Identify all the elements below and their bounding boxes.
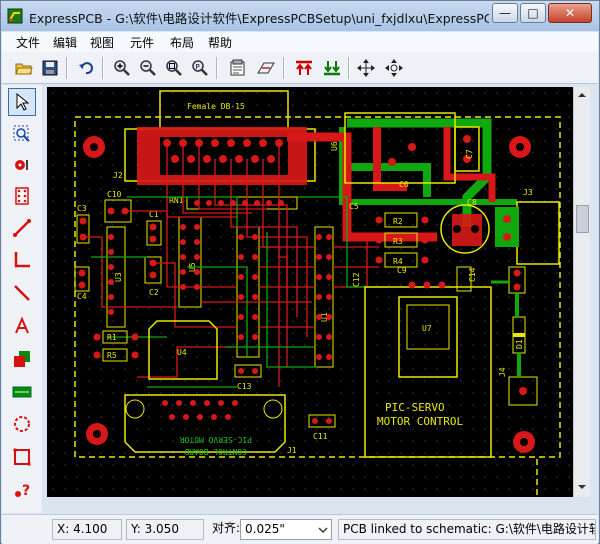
toolbar-separator <box>283 57 285 79</box>
label-c12: C12 <box>352 272 361 287</box>
status-bar: X: 4.100 Y: 3.050 对齐: 0.025" PCB linked … <box>2 514 598 544</box>
bottom-layer-icon[interactable] <box>320 56 344 80</box>
chevron-down-icon <box>318 527 328 533</box>
pad-tool-icon[interactable] <box>8 151 36 179</box>
pcb-link-icon[interactable] <box>254 56 278 80</box>
label-c5: C5 <box>349 202 359 211</box>
label-c10: C10 <box>107 190 122 199</box>
status-link-text: PCB linked to schematic: G:\软件\电路设计软件 <box>338 519 596 540</box>
label-u6: U6 <box>330 141 339 151</box>
status-align-label: 对齐: <box>212 521 240 535</box>
app-icon <box>7 8 23 24</box>
scroll-down-icon[interactable] <box>576 481 588 493</box>
toolbar-separator <box>102 57 104 79</box>
title-bar: ExpressPCB - G:\软件\电路设计软件\ExpressPCBSetu… <box>1 1 599 31</box>
help-tool-icon[interactable]: ? <box>8 476 36 504</box>
status-x-coordinate: X: 4.100 <box>52 519 122 540</box>
label-j2: J2 <box>113 171 123 180</box>
svg-text:P: P <box>196 63 200 71</box>
label-u3: U3 <box>114 272 123 282</box>
zoom-in-icon[interactable] <box>110 56 134 80</box>
align-dropdown[interactable]: 0.025" <box>240 519 332 540</box>
label-motor-control-top: MOTOR CONTROL <box>377 415 463 428</box>
label-r2: R2 <box>393 217 403 226</box>
minimize-button[interactable]: — <box>492 3 518 23</box>
svg-text:?: ? <box>22 483 30 499</box>
label-c6: C6 <box>399 180 409 189</box>
zoom-fit-icon[interactable] <box>162 56 186 80</box>
label-c2: C2 <box>149 288 159 297</box>
label-u7: U7 <box>422 324 432 333</box>
label-c4: C4 <box>77 292 87 301</box>
diagonal-trace-tool-icon[interactable] <box>8 279 36 307</box>
label-c7: C7 <box>465 149 474 159</box>
toolbar-separator <box>216 57 218 79</box>
open-folder-icon[interactable] <box>12 56 36 80</box>
top-layer-icon[interactable] <box>292 56 316 80</box>
label-female-db15: Female DB-15 <box>187 102 245 111</box>
label-d1: D1 <box>515 339 524 349</box>
circle-tool-icon[interactable] <box>8 410 36 438</box>
menu-view[interactable]: 视图 <box>90 34 114 51</box>
menu-help[interactable]: 帮助 <box>208 34 232 51</box>
label-c9: C9 <box>397 266 407 275</box>
layer-swap-tool-icon[interactable] <box>8 345 36 373</box>
left-toolbar: ? <box>2 85 42 513</box>
pointer-tool-icon[interactable] <box>8 88 36 116</box>
label-c3: C3 <box>77 204 87 213</box>
maximize-button[interactable]: □ <box>520 3 546 23</box>
label-j4: J4 <box>498 367 507 377</box>
rectangle-tool-icon[interactable] <box>8 443 36 471</box>
pan-icon[interactable] <box>354 56 378 80</box>
label-u4: U4 <box>177 348 187 357</box>
label-r5: R5 <box>107 351 117 360</box>
component-tool-icon[interactable] <box>8 182 36 210</box>
zoom-out-icon[interactable] <box>136 56 160 80</box>
label-pic-servo-top: PIC-SERVO <box>385 401 445 414</box>
menu-component[interactable]: 元件 <box>130 34 154 51</box>
pcb-canvas[interactable]: Female DB-15 J2 U6 C7 C6 C5 C8 J3 R2 R3 … <box>47 87 573 497</box>
undo-icon[interactable] <box>74 56 98 80</box>
label-r3: R3 <box>393 237 403 246</box>
toolbar-separator <box>66 57 68 79</box>
pcb-board: Female DB-15 J2 U6 C7 C6 C5 C8 J3 R2 R3 … <box>47 87 573 497</box>
label-r4: R4 <box>393 257 403 266</box>
label-pic-servo-bottom: PIC-SERVO MOTOR <box>180 435 252 444</box>
save-icon[interactable] <box>38 56 62 80</box>
label-c8: C8 <box>467 198 477 207</box>
status-y-coordinate: Y: 3.050 <box>126 519 204 540</box>
vertical-scrollbar[interactable] <box>573 87 590 497</box>
toolbar-separator <box>348 57 350 79</box>
label-j1: J1 <box>287 446 297 455</box>
text-tool-icon[interactable] <box>8 312 36 340</box>
label-j3: J3 <box>523 188 533 197</box>
scroll-up-icon[interactable] <box>576 89 588 101</box>
properties-icon[interactable] <box>226 56 250 80</box>
menu-file[interactable]: 文件 <box>16 34 40 51</box>
corner-trace-tool-icon[interactable] <box>8 246 36 274</box>
zoom-select-tool-icon[interactable] <box>8 120 36 148</box>
window-title: ExpressPCB - G:\软件\电路设计软件\ExpressPCBSetu… <box>29 11 489 26</box>
menu-layout[interactable]: 布局 <box>170 34 194 51</box>
app-window: ExpressPCB - G:\软件\电路设计软件\ExpressPCBSetu… <box>0 0 600 544</box>
pan-center-icon[interactable] <box>382 56 406 80</box>
label-c11: C11 <box>313 432 328 441</box>
label-control-board-bottom: CONTROL BOARD <box>184 447 247 456</box>
zoom-previous-icon[interactable]: P <box>188 56 212 80</box>
label-c14: C14 <box>468 267 477 282</box>
main-toolbar: P <box>2 52 598 84</box>
filled-plane-tool-icon[interactable] <box>8 378 36 406</box>
label-c13: C13 <box>237 382 252 391</box>
menu-edit[interactable]: 编辑 <box>53 34 77 51</box>
trace-tool-icon[interactable] <box>8 214 36 242</box>
align-dropdown-value: 0.025" <box>245 522 285 536</box>
label-r1: R1 <box>107 333 117 342</box>
menu-bar: 文件 编辑 视图 元件 布局 帮助 <box>2 32 598 52</box>
scroll-thumb[interactable] <box>576 205 589 233</box>
close-button[interactable]: ✕ <box>548 3 592 23</box>
